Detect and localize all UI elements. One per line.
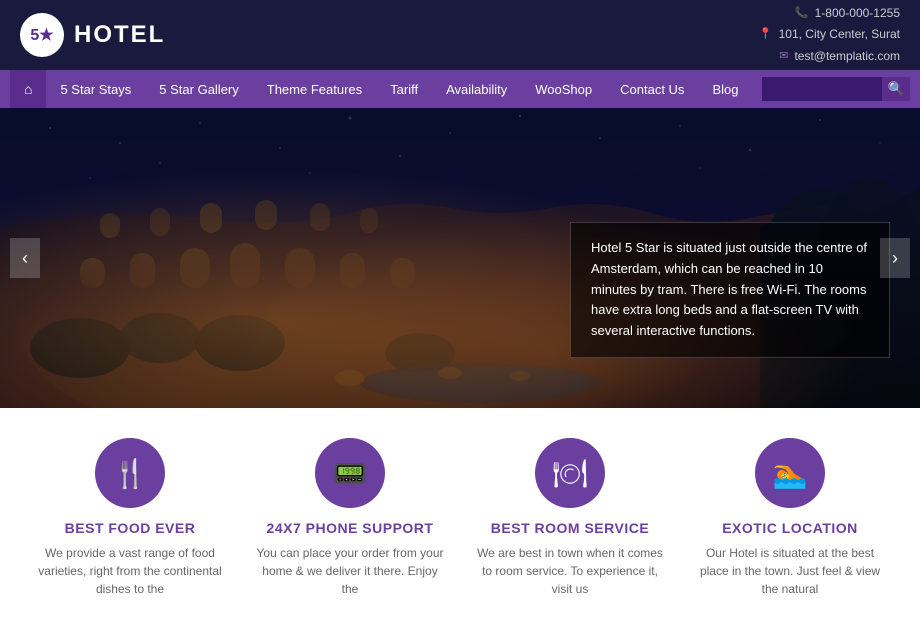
logo-icon: 5★ bbox=[20, 13, 64, 57]
nav-home-button[interactable]: ⌂ bbox=[10, 70, 46, 108]
arrow-right-icon: › bbox=[892, 248, 898, 269]
email-text: test@templatic.com bbox=[794, 46, 900, 68]
site-header: 5★ HOTEL 📞 1-800-000-1255 📍 101, City Ce… bbox=[0, 0, 920, 70]
site-title: HOTEL bbox=[74, 21, 165, 49]
home-icon: ⌂ bbox=[24, 81, 32, 97]
phone-desc: You can place your order from your home … bbox=[255, 544, 445, 598]
feature-phone: 📟 24X7 Phone Support You can place your … bbox=[240, 438, 460, 598]
location-icon: 📍 bbox=[759, 25, 773, 45]
room-icon-circle: 🍽 bbox=[535, 438, 605, 508]
search-input[interactable] bbox=[762, 77, 882, 101]
location-desc: Our Hotel is situated at the best place … bbox=[695, 544, 885, 598]
features-section: 🍴 Best Food Ever We provide a vast range… bbox=[0, 408, 920, 618]
hero-description-text: Hotel 5 Star is situated just outside th… bbox=[591, 240, 867, 338]
phone-title: 24X7 Phone Support bbox=[255, 520, 445, 536]
feature-location: 🏊 Exotic Location Our Hotel is situated … bbox=[680, 438, 900, 598]
hero-section: Hotel 5 Star is situated just outside th… bbox=[0, 108, 920, 408]
feature-room: 🍽 Best Room Service We are best in town … bbox=[460, 438, 680, 598]
nav-item-contact-us[interactable]: Contact Us bbox=[606, 70, 698, 108]
nav-item-5star-stays[interactable]: 5 Star Stays bbox=[46, 70, 145, 108]
food-title: Best Food Ever bbox=[35, 520, 225, 536]
phone-icon-circle: 📟 bbox=[315, 438, 385, 508]
arrow-left-icon: ‹ bbox=[22, 248, 28, 269]
nav-item-5star-gallery[interactable]: 5 Star Gallery bbox=[145, 70, 252, 108]
hero-description-box: Hotel 5 Star is situated just outside th… bbox=[570, 222, 890, 358]
food-desc: We provide a vast range of food varietie… bbox=[35, 544, 225, 598]
food-icon: 🍴 bbox=[113, 457, 148, 490]
email-icon: ✉ bbox=[779, 47, 788, 67]
logo-area: 5★ HOTEL bbox=[20, 13, 165, 57]
contact-info: 📞 1-800-000-1255 📍 101, City Center, Sur… bbox=[759, 3, 900, 68]
phone-icon: 📞 bbox=[795, 4, 809, 24]
location-icon-circle: 🏊 bbox=[755, 438, 825, 508]
search-area: 🔍 bbox=[762, 77, 910, 101]
address-text: 101, City Center, Surat bbox=[779, 24, 900, 46]
food-icon-circle: 🍴 bbox=[95, 438, 165, 508]
phone-number: 1-800-000-1255 bbox=[815, 3, 900, 25]
nav-item-wooshop[interactable]: WooShop bbox=[521, 70, 606, 108]
swimming-icon: 🏊 bbox=[773, 457, 808, 490]
nav-item-tariff[interactable]: Tariff bbox=[376, 70, 432, 108]
location-title: Exotic Location bbox=[695, 520, 885, 536]
room-title: Best Room Service bbox=[475, 520, 665, 536]
search-button[interactable]: 🔍 bbox=[882, 77, 910, 101]
room-desc: We are best in town when it comes to roo… bbox=[475, 544, 665, 598]
nav-item-availability[interactable]: Availability bbox=[432, 70, 521, 108]
feature-food: 🍴 Best Food Ever We provide a vast range… bbox=[20, 438, 240, 598]
room-service-icon: 🍽 bbox=[552, 457, 588, 490]
main-nav: ⌂ 5 Star Stays 5 Star Gallery Theme Feat… bbox=[0, 70, 920, 108]
phone-support-icon: 📟 bbox=[333, 457, 368, 490]
hero-next-button[interactable]: › bbox=[880, 238, 910, 278]
nav-item-theme-features[interactable]: Theme Features bbox=[253, 70, 376, 108]
hero-prev-button[interactable]: ‹ bbox=[10, 238, 40, 278]
nav-item-blog[interactable]: Blog bbox=[698, 70, 752, 108]
